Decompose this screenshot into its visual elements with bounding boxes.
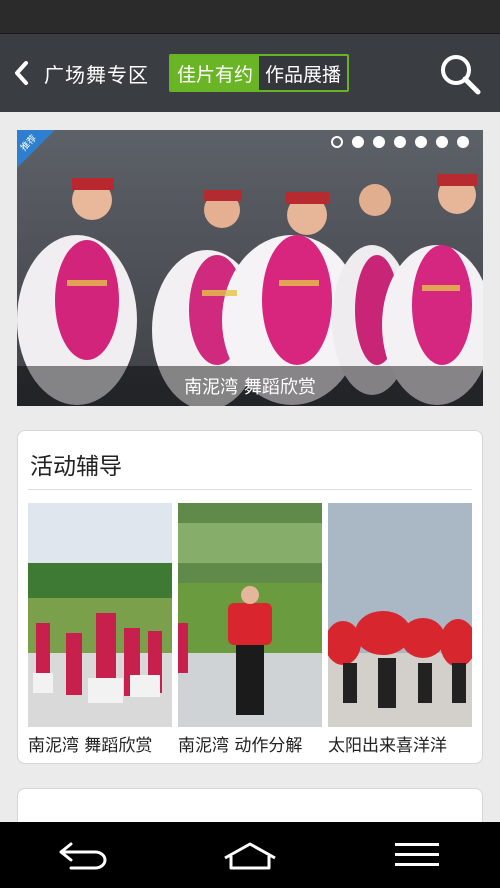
activity-section: 活动辅导 南泥湾 舞蹈欣赏 南泥湾 动作分解 太阳出来喜洋洋 xyxy=(17,430,483,764)
video-thumbnail xyxy=(28,503,172,727)
video-title: 南泥湾 动作分解 xyxy=(178,736,303,756)
carousel-dot[interactable] xyxy=(331,136,343,148)
tab-featured-films[interactable]: 佳片有约 xyxy=(171,56,260,90)
nav-back-button[interactable] xyxy=(53,835,113,875)
carousel-dot[interactable] xyxy=(457,136,469,148)
tab-works-showcase[interactable]: 作品展播 xyxy=(259,56,348,90)
section-title: 活动辅导 xyxy=(30,454,122,480)
banner-image xyxy=(17,130,483,406)
app-header: 广场舞专区 佳片有约 作品展播 xyxy=(0,34,500,112)
video-title: 太阳出来喜洋洋 xyxy=(328,736,447,756)
video-item[interactable]: 南泥湾 舞蹈欣赏 xyxy=(28,503,172,756)
search-icon xyxy=(441,55,481,95)
carousel-dot[interactable] xyxy=(352,136,364,148)
video-item[interactable]: 南泥湾 动作分解 xyxy=(178,503,322,756)
carousel-indicator xyxy=(331,136,469,148)
nav-menu-button[interactable] xyxy=(387,835,447,875)
page-title: 广场舞专区 xyxy=(44,62,149,87)
status-bar xyxy=(0,0,500,34)
carousel-dot[interactable] xyxy=(436,136,448,148)
home-icon xyxy=(224,842,276,870)
search-button[interactable] xyxy=(438,52,482,96)
menu-icon xyxy=(394,843,439,866)
tab-group: 佳片有约 作品展播 xyxy=(169,54,350,92)
nav-home-button[interactable] xyxy=(220,835,280,875)
back-arrow-icon xyxy=(59,842,107,870)
carousel-dot[interactable] xyxy=(373,136,385,148)
carousel-dot[interactable] xyxy=(394,136,406,148)
banner-caption: 南泥湾 舞蹈欣赏 xyxy=(17,366,483,406)
video-list: 南泥湾 舞蹈欣赏 南泥湾 动作分解 太阳出来喜洋洋 xyxy=(28,503,472,756)
system-nav-bar xyxy=(0,822,500,888)
video-item[interactable]: 太阳出来喜洋洋 xyxy=(328,503,472,756)
back-button[interactable] xyxy=(2,34,42,112)
carousel-dot[interactable] xyxy=(415,136,427,148)
video-thumbnail xyxy=(178,503,322,727)
divider xyxy=(28,489,472,490)
video-title: 南泥湾 舞蹈欣赏 xyxy=(28,736,153,756)
chevron-left-icon xyxy=(15,61,28,85)
video-thumbnail xyxy=(328,503,472,727)
featured-banner[interactable]: 推荐 南泥湾 舞蹈欣赏 xyxy=(17,130,483,406)
